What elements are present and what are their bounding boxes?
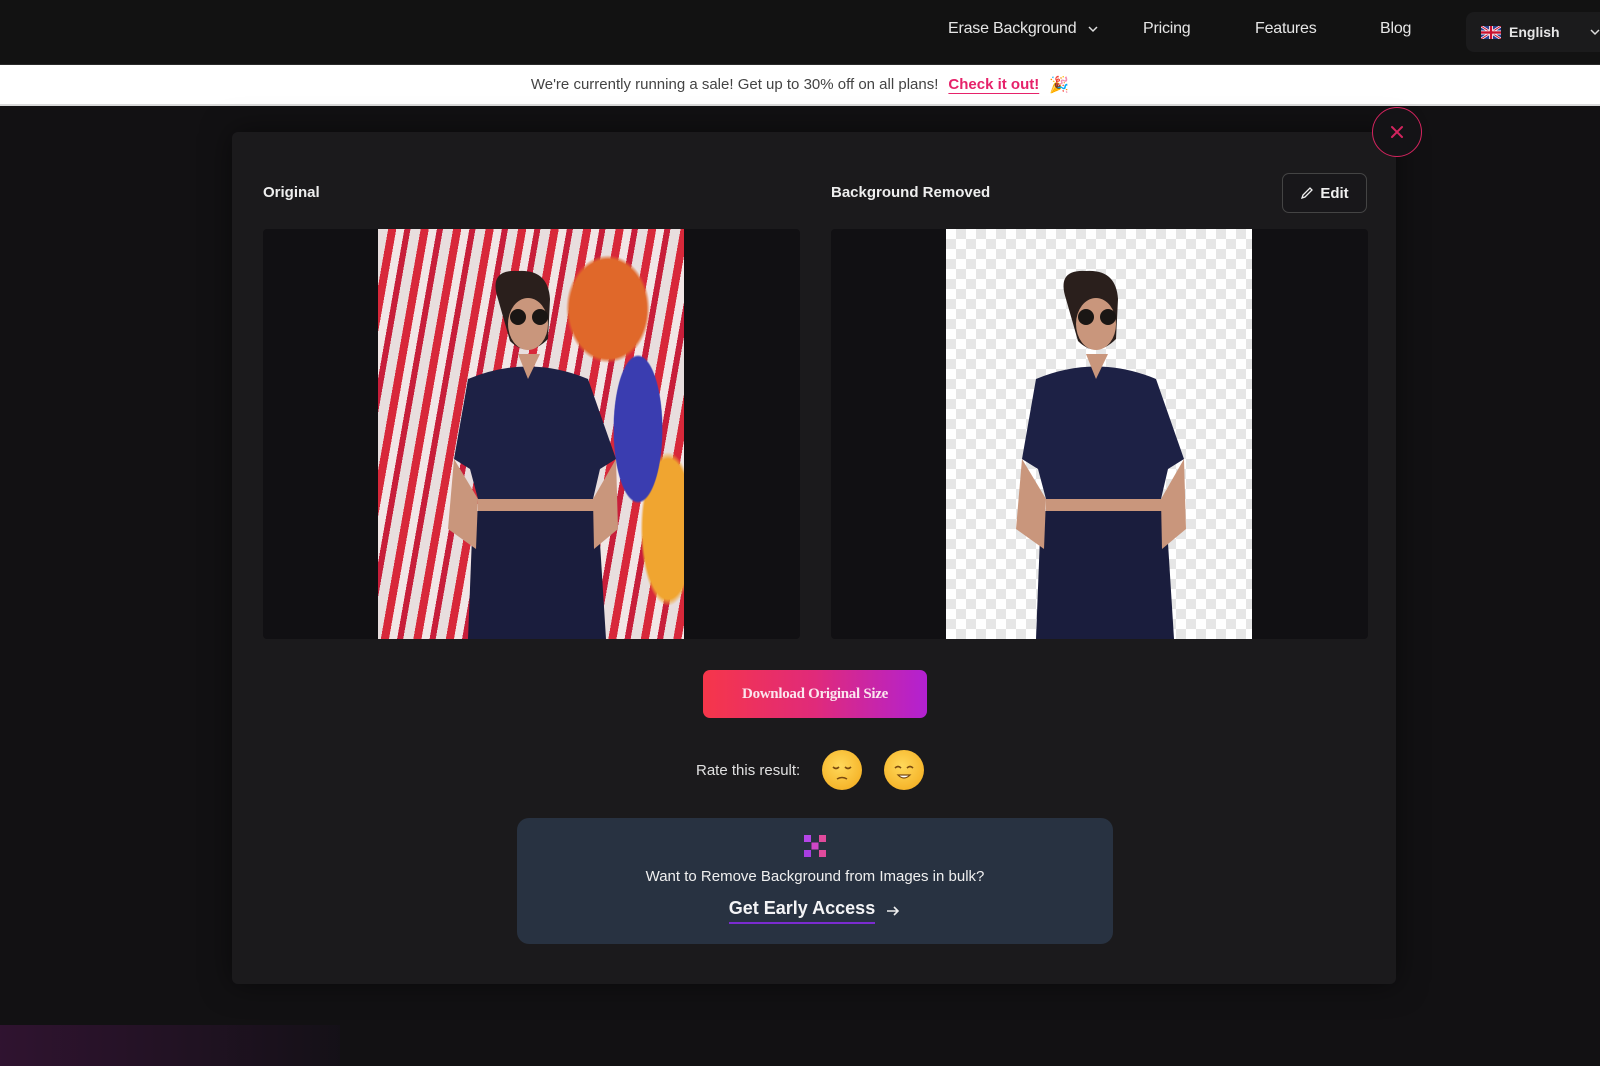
rate-happy-button[interactable] bbox=[884, 750, 925, 790]
download-original-size-button[interactable]: Download Original Size bbox=[703, 670, 927, 718]
background-removed-title: Background Removed bbox=[831, 184, 991, 201]
background-removed-image bbox=[946, 229, 1252, 639]
nav-features-label: Features bbox=[1255, 20, 1317, 37]
sale-banner-text: We're currently running a sale! Get up t… bbox=[530, 76, 939, 93]
bulk-promo-text: Want to Remove Background from Images in… bbox=[645, 868, 985, 885]
happy-face-icon bbox=[894, 765, 914, 779]
close-icon bbox=[1391, 126, 1403, 138]
check-it-out-link[interactable]: Check it out! bbox=[948, 76, 1039, 93]
sale-banner: We're currently running a sale! Get up t… bbox=[0, 65, 1600, 106]
nav-pricing[interactable]: Pricing bbox=[1143, 20, 1191, 38]
nav-pricing-label: Pricing bbox=[1143, 20, 1191, 37]
background-glow bbox=[0, 1025, 340, 1066]
uk-flag-icon bbox=[1481, 25, 1501, 39]
person-figure bbox=[448, 270, 618, 639]
original-title: Original bbox=[263, 184, 320, 201]
chevron-down-icon bbox=[1088, 26, 1098, 33]
nav-features[interactable]: Features bbox=[1255, 20, 1317, 38]
nav-erase-background-label: Erase Background bbox=[948, 20, 1077, 37]
arrow-right-icon bbox=[887, 906, 900, 916]
bulk-promo-card: Want to Remove Background from Images in… bbox=[517, 818, 1113, 944]
get-early-access-label: Get Early Access bbox=[728, 898, 876, 924]
sad-face-icon bbox=[832, 766, 852, 780]
nav-blog[interactable]: Blog bbox=[1380, 20, 1411, 38]
language-label: English bbox=[1509, 24, 1560, 40]
original-image bbox=[378, 229, 684, 639]
nav-blog-label: Blog bbox=[1380, 20, 1412, 37]
language-selector[interactable]: English bbox=[1466, 12, 1600, 52]
rate-sad-button[interactable] bbox=[822, 750, 863, 790]
bulk-grid-icon bbox=[804, 835, 826, 857]
close-button[interactable] bbox=[1372, 107, 1422, 157]
get-early-access-link[interactable]: Get Early Access bbox=[517, 898, 1113, 924]
chevron-down-icon bbox=[1590, 29, 1600, 36]
edit-button[interactable]: Edit bbox=[1282, 173, 1367, 213]
edit-label: Edit bbox=[1320, 184, 1349, 202]
top-navigation: Erase Background Pricing Features Blog E… bbox=[0, 0, 1600, 65]
person-figure bbox=[1016, 270, 1186, 639]
rate-label: Rate this result: bbox=[696, 761, 801, 779]
nav-erase-background[interactable]: Erase Background bbox=[948, 20, 1100, 38]
party-popper-icon: 🎉 bbox=[1049, 76, 1070, 94]
rating-row: Rate this result: bbox=[696, 750, 946, 790]
pencil-icon bbox=[1301, 187, 1314, 200]
